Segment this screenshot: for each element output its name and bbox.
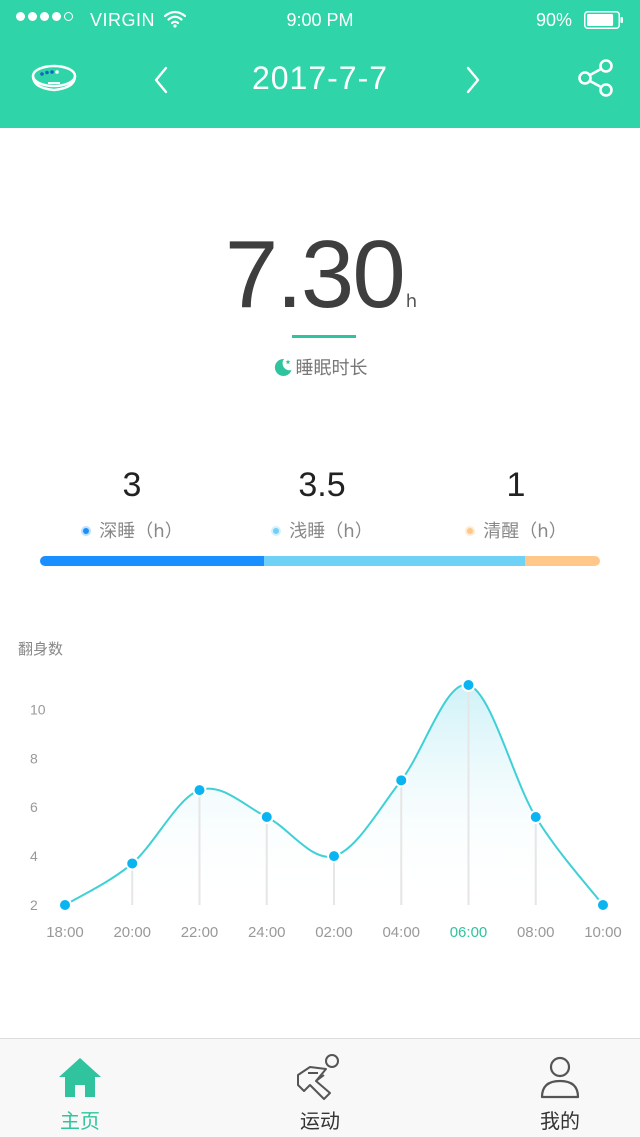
data-point [261,812,272,822]
ratio-segment [525,556,600,566]
x-tick-label: 18:00 [46,924,84,941]
x-tick-label: 10:00 [584,924,622,941]
tab-exercise-label: 运动 [300,1109,340,1133]
battery-percent: 90% [535,10,572,30]
current-date[interactable]: 2017-7-7 [0,60,640,97]
awake-value: 1 [506,466,526,504]
sleep-label-text: 睡眠时长 [295,358,368,379]
data-point [530,812,541,822]
home-icon [59,1058,101,1097]
tab-exercise[interactable]: 运动 [240,1039,400,1137]
ratio-segment [264,556,526,566]
sleep-unit: h [405,291,418,312]
battery-icon [584,11,623,29]
deep-sleep-dot [81,526,92,536]
light-sleep-label-text: 浅睡（h） [289,521,373,542]
light-sleep-dot [271,526,282,536]
data-point [463,680,474,690]
sleep-hours: 7.30 [224,221,406,328]
person-icon [540,1056,580,1099]
x-tick-label: 22:00 [181,924,219,941]
sleep-duration-label: 睡眠时长 [0,354,640,380]
y-tick-label: 10 [30,701,46,717]
y-tick-label: 8 [30,750,38,766]
deep-sleep-label-text: 深睡（h） [99,521,183,542]
status-bar: VIRGIN 9:00 PM 90% [0,0,640,40]
x-tick-label: 20:00 [113,924,151,941]
tab-me-label: 我的 [540,1109,580,1133]
deep-sleep-stat: 3 深睡（h） [32,466,232,543]
x-tick-label: 24:00 [248,924,286,941]
awake-label: 清醒（h） [416,517,616,543]
y-axis-label: 翻身数 [18,640,63,658]
y-tick-label: 6 [30,799,38,815]
deep-sleep-label: 深睡（h） [32,517,232,543]
x-tick-label: 08:00 [517,924,555,941]
awake-label-text: 清醒（h） [483,521,567,542]
sleep-ratio-bar [40,556,600,566]
x-tick-label: 04:00 [382,924,420,941]
y-tick-label: 4 [30,848,38,864]
data-point [60,900,70,910]
tab-me[interactable]: 我的 [480,1039,640,1137]
running-icon [297,1054,339,1100]
share-icon[interactable] [576,58,616,98]
deep-sleep-value: 3 [122,466,142,504]
tab-bar: 主页 运动 我的 [0,1038,640,1137]
divider [292,335,356,338]
date-nav: 2017-7-7 [0,52,640,108]
y-tick-label: 2 [30,897,38,913]
header: VIRGIN 9:00 PM 90% 2017-7-7 [0,0,640,128]
data-point [127,858,138,869]
data-point [396,775,407,786]
light-sleep-value: 3.5 [298,466,346,504]
data-point [598,900,608,910]
awake-stat: 1 清醒（h） [416,466,616,543]
ratio-segment [40,556,264,566]
x-tick-label: 06:00 [450,924,488,941]
data-point [329,851,339,862]
sleep-total: 7.30 h [0,220,640,330]
turnover-chart: 翻身数 2 4 6 8 10 18:00 20:00 22:00 24:00 02:00 04:00 0… [18,640,622,941]
next-day-icon[interactable] [460,62,484,98]
tab-home[interactable]: 主页 [0,1039,160,1137]
tab-home-label: 主页 [60,1109,100,1133]
light-sleep-label: 浅睡（h） [222,517,422,543]
awake-dot [465,526,476,536]
data-point [194,785,205,796]
moon-icon [274,358,291,376]
light-sleep-stat: 3.5 浅睡（h） [222,466,422,543]
x-tick-label: 02:00 [315,924,353,941]
